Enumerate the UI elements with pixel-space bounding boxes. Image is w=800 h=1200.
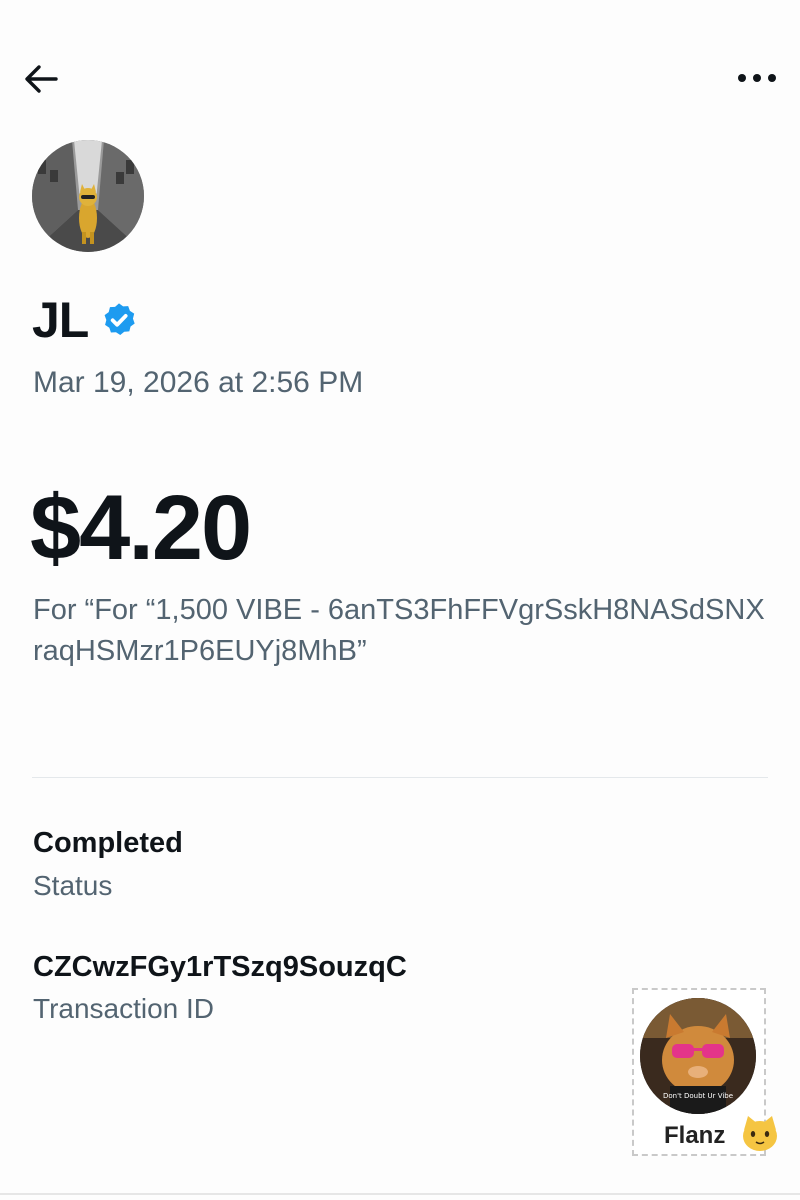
sender-name: JL xyxy=(32,292,89,348)
payment-detail-page: JL Mar 19, 2026 at 2:56 PM $4.20 For “Fo… xyxy=(0,0,800,1200)
sender-name-row: JL xyxy=(32,292,138,348)
avatar[interactable] xyxy=(32,140,144,252)
status-value: Completed xyxy=(33,827,183,859)
flanz-sticker: Don't Doubt Ur Vibe Flanz xyxy=(632,988,777,1156)
sticker-cat-image: Don't Doubt Ur Vibe xyxy=(640,998,756,1114)
status-label: Status xyxy=(33,870,113,901)
sticker-label: Flanz xyxy=(664,1122,726,1149)
transaction-id-value[interactable]: CZCwzFGy1rTSzq9SouzqC xyxy=(33,949,407,985)
cat-avatar-image xyxy=(32,140,144,252)
verified-badge-icon xyxy=(104,303,136,336)
more-horizontal-icon xyxy=(738,74,776,82)
sticker-shirt-text: Don't Doubt Ur Vibe xyxy=(663,1092,733,1100)
arrow-left-icon xyxy=(25,65,58,93)
transaction-timestamp: Mar 19, 2026 at 2:56 PM xyxy=(33,366,364,399)
divider xyxy=(32,777,768,778)
transaction-memo: For “For “1,500 VIBE - 6anTS3FhFFVgrSskH… xyxy=(33,594,765,667)
cat-face-icon xyxy=(743,1116,777,1151)
transaction-id-label: Transaction ID xyxy=(33,993,215,1024)
transaction-amount: $4.20 xyxy=(30,477,252,579)
bottom-edge-line xyxy=(0,1193,800,1195)
back-button[interactable] xyxy=(20,58,62,100)
more-options-button[interactable] xyxy=(732,60,782,96)
